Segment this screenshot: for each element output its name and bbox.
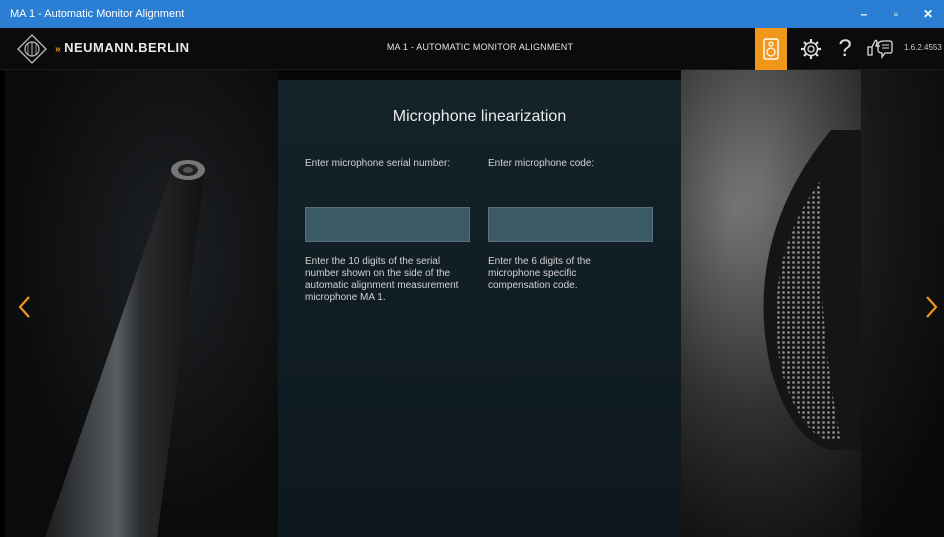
serial-number-label: Enter microphone serial number:	[305, 158, 451, 169]
serial-number-help: Enter the 10 digits of the serial number…	[305, 256, 459, 303]
gear-icon	[801, 39, 821, 59]
neumann-logo-icon	[17, 34, 47, 64]
linearization-panel: Microphone linearization Enter microphon…	[278, 80, 681, 537]
microphone-code-input[interactable]	[488, 207, 653, 242]
app-header: » NEUMANN.BERLIN MA 1 - AUTOMATIC MONITOR…	[0, 28, 944, 70]
speaker-button[interactable]	[755, 28, 787, 70]
microphone-image-right	[681, 70, 944, 537]
chevron-right-icon	[926, 296, 938, 318]
window-titlebar: MA 1 - Automatic Monitor Alignment – ▫ ✕	[0, 0, 944, 28]
microphone-code-label: Enter microphone code:	[488, 158, 595, 169]
restore-button[interactable]: ▫	[880, 0, 912, 28]
brand-arrow: »	[55, 44, 62, 55]
app-title: MA 1 - AUTOMATIC MONITOR ALIGNMENT	[386, 42, 574, 52]
brand-name: » NEUMANN.BERLIN	[55, 40, 190, 55]
speaker-icon	[763, 38, 779, 60]
microphone-grille-image	[681, 70, 944, 537]
window-title: MA 1 - Automatic Monitor Alignment	[10, 8, 185, 20]
close-button[interactable]: ✕	[912, 0, 944, 28]
feedback-button[interactable]	[863, 28, 895, 70]
version-label: 1.6.2.4553	[904, 43, 942, 52]
settings-button[interactable]	[795, 28, 827, 70]
chevron-left-icon	[18, 296, 30, 318]
next-page-button[interactable]	[921, 292, 941, 322]
thumbs-up-feedback-icon	[867, 39, 893, 59]
previous-page-button[interactable]	[15, 292, 35, 322]
microphone-code-help: Enter the 6 digits of the microphone spe…	[488, 256, 591, 291]
minimize-button[interactable]: –	[848, 0, 880, 28]
brand-text: NEUMANN.BERLIN	[64, 40, 190, 55]
serial-number-input[interactable]	[305, 207, 470, 242]
main-stage: Microphone linearization Enter microphon…	[5, 70, 944, 537]
page-title: Microphone linearization	[392, 108, 567, 125]
microphone-image-left	[5, 70, 278, 537]
measurement-microphone-image	[45, 160, 205, 537]
help-button[interactable]: ?	[829, 28, 861, 70]
